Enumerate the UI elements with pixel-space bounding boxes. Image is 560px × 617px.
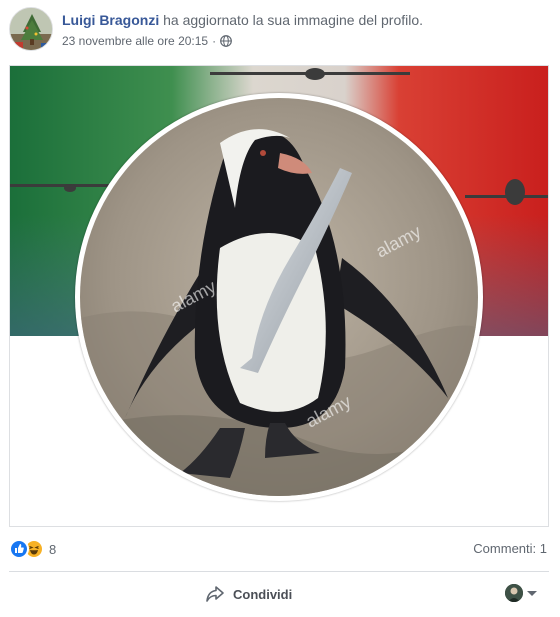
viewer-avatar — [505, 584, 523, 602]
share-label: Condividi — [233, 586, 293, 602]
reaction-count: 8 — [49, 541, 57, 557]
caret-down-icon — [527, 590, 537, 596]
post-meta: 23 novembre alle ore 20:15 · — [62, 33, 233, 49]
profile-picture[interactable]: alamy alamy alamy — [80, 98, 478, 496]
meta-separator: · — [212, 34, 217, 48]
share-arrow-icon — [206, 586, 224, 602]
post-action-text: ha aggiornato la sua immagine del profil… — [163, 12, 424, 28]
post-as-selector[interactable] — [505, 584, 537, 602]
share-button[interactable]: Condividi — [205, 583, 292, 605]
feed-post: Luigi Bragonzi ha aggiornato la sua imma… — [0, 0, 560, 617]
globe-icon[interactable] — [220, 35, 233, 47]
author-avatar[interactable] — [9, 7, 53, 51]
post-timestamp[interactable]: 23 novembre alle ore 20:15 — [62, 33, 208, 49]
like-icon — [9, 539, 29, 559]
author-name[interactable]: Luigi Bragonzi — [62, 12, 159, 28]
reactions-summary[interactable]: 8 — [9, 539, 56, 559]
comments-count[interactable]: Commenti: 1 — [473, 541, 547, 556]
post-media[interactable]: alamy alamy alamy — [9, 65, 549, 527]
post-headline: Luigi Bragonzi ha aggiornato la sua imma… — [62, 11, 423, 29]
actions-divider — [9, 571, 549, 572]
